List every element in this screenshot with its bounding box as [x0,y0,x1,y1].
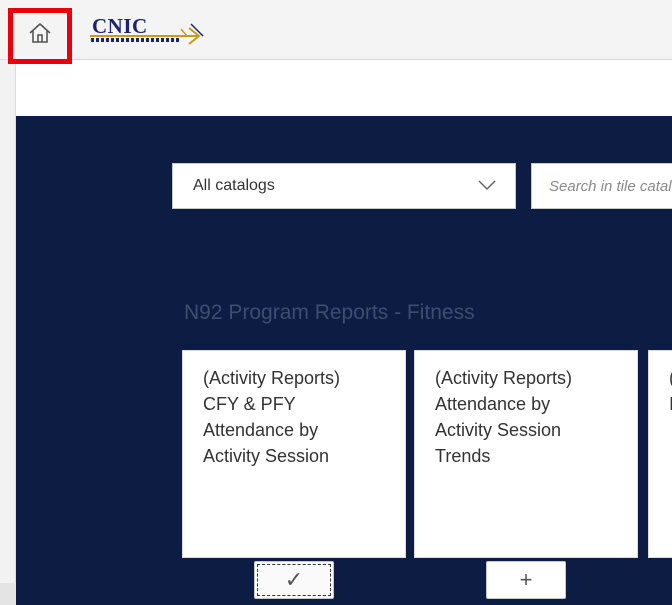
catalog-select[interactable]: All catalogs [172,163,516,209]
tile[interactable]: (Activity Reports) Attendance by Activit… [414,350,638,558]
tile[interactable]: ( I [648,350,672,558]
cnic-logo: CNIC [87,14,211,50]
search-input[interactable]: Search in tile catalog [531,163,672,209]
tile-title: (Activity Reports) Attendance by Activit… [435,368,573,466]
tile-add-button[interactable]: + [486,561,566,599]
left-edge [0,0,16,605]
search-placeholder: Search in tile catalog [549,177,672,195]
catalog-select-value: All catalogs [193,177,275,194]
group-title: N92 Program Reports - Fitness [184,301,475,324]
logo-subtext [91,38,179,42]
chevron-down-icon [478,180,496,191]
trident-icon [169,23,204,45]
subheader-band [16,60,672,116]
home-button[interactable] [8,8,72,64]
left-edge-bottom [0,583,16,605]
home-icon [28,22,52,44]
check-icon: ✓ [284,567,304,592]
tile[interactable]: (Activity Reports) CFY & PFY Attendance … [182,350,406,558]
tile-added-toggle[interactable]: ✓ [254,561,334,599]
launchpad-window: CNIC All catalogs Search in tile catalog… [0,0,672,605]
tile-title: (Activity Reports) CFY & PFY Attendance … [203,368,341,466]
plus-icon: + [519,567,533,592]
